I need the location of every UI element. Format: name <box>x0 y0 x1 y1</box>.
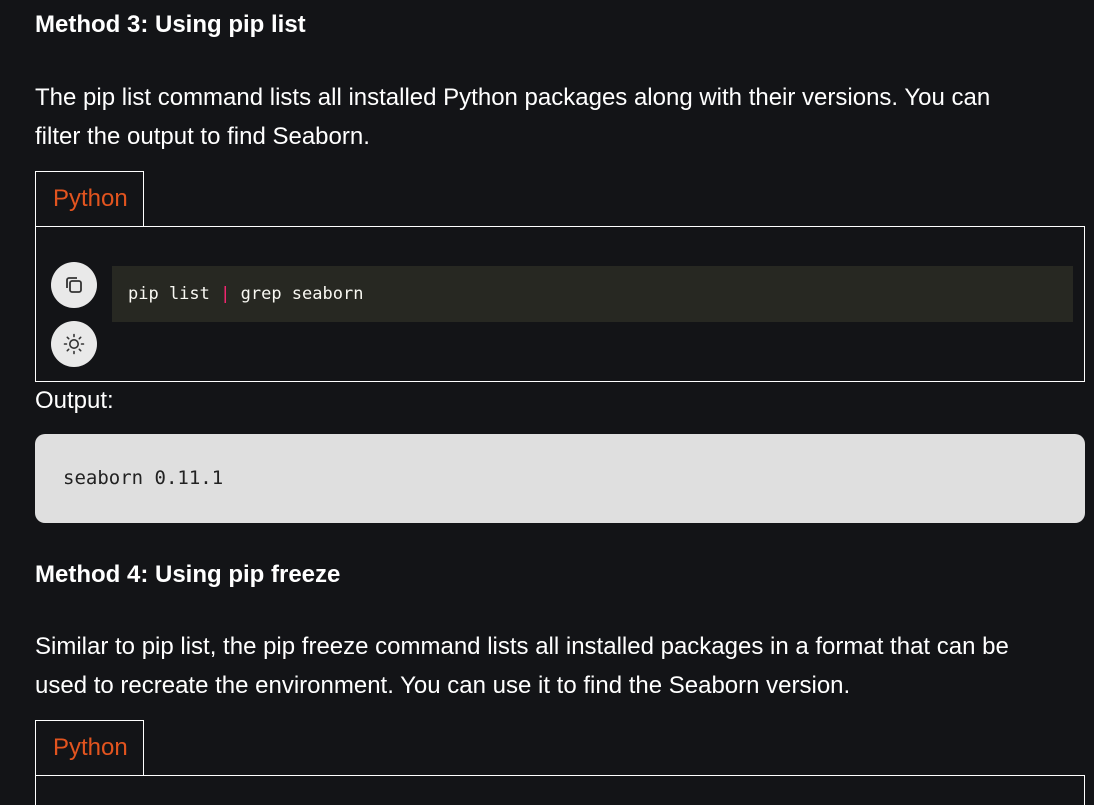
method4-paragraph: Similar to pip list, the pip freeze comm… <box>35 627 1085 705</box>
tab-python[interactable]: Python <box>35 171 144 226</box>
output-box: seaborn 0.11.1 <box>35 434 1085 523</box>
code-tabs: Python <box>35 720 1085 776</box>
output-label: Output: <box>35 387 114 414</box>
copy-button[interactable] <box>51 262 97 308</box>
code-pipe: | <box>220 284 231 304</box>
method3-paragraph-line1: The pip list command lists all installed… <box>35 84 991 111</box>
method3-heading: Method 3: Using pip list <box>35 11 306 38</box>
method4-paragraph-line2: used to recreate the environment. You ca… <box>35 672 851 699</box>
method4-paragraph-line1: Similar to pip list, the pip freeze comm… <box>35 633 1009 660</box>
tab-python[interactable]: Python <box>35 720 144 775</box>
code-snippet[interactable]: pip list | grep seaborn <box>112 266 1073 322</box>
code-tabs: Python <box>35 171 1085 227</box>
method4-code-block: Python <box>35 720 1085 805</box>
method4-heading: Method 4: Using pip freeze <box>35 561 341 588</box>
sun-icon <box>63 333 85 355</box>
method3-code-block: Python pip list | grep seaborn <box>35 171 1085 382</box>
code-grep: grep seaborn <box>230 284 364 304</box>
theme-toggle-button[interactable] <box>51 321 97 367</box>
copy-icon <box>66 277 82 293</box>
method3-paragraph-line2: filter the output to find Seaborn. <box>35 123 370 150</box>
code-panel <box>35 775 1085 805</box>
code-command: pip list <box>128 284 221 304</box>
method3-paragraph: The pip list command lists all installed… <box>35 78 1085 156</box>
code-panel: pip list | grep seaborn <box>35 226 1085 382</box>
